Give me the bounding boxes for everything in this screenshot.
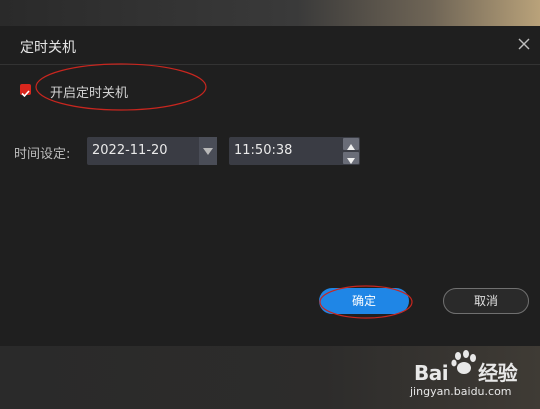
checkmark-icon [21, 90, 30, 98]
dialog-header: 定时关机 [0, 26, 540, 65]
date-picker[interactable]: 2022-11-20 [87, 137, 217, 165]
enable-timer-label[interactable]: 开启定时关机 [50, 82, 128, 101]
confirm-button[interactable]: 确定 [319, 288, 409, 314]
enable-timer-checkbox[interactable] [20, 84, 31, 98]
date-value: 2022-11-20 [92, 143, 168, 158]
dialog-title: 定时关机 [20, 40, 76, 56]
close-icon[interactable] [516, 36, 532, 52]
cancel-button[interactable]: 取消 [443, 288, 529, 314]
triangle-down-icon [347, 158, 355, 164]
background-top [0, 0, 540, 26]
triangle-down-icon [203, 148, 213, 155]
watermark-logo-suffix: 经验 [478, 361, 518, 385]
time-spinner[interactable]: 11:50:38 [229, 137, 360, 165]
timer-shutdown-dialog: 定时关机 开启定时关机 时间设定: 2022-11-20 11:50:38 确定… [0, 26, 540, 346]
time-value: 11:50:38 [234, 143, 293, 158]
time-increment-button[interactable] [343, 138, 359, 150]
watermark-logo: Bai 经验 [414, 357, 518, 386]
date-dropdown-button[interactable] [199, 137, 217, 165]
time-setting-label: 时间设定: [14, 147, 71, 162]
baidu-jingyan-watermark: Bai 经验 jingyan.baidu.com [408, 350, 536, 406]
watermark-logo-text: Bai [414, 361, 449, 385]
watermark-url: jingyan.baidu.com [410, 385, 512, 398]
time-decrement-button[interactable] [343, 152, 359, 164]
